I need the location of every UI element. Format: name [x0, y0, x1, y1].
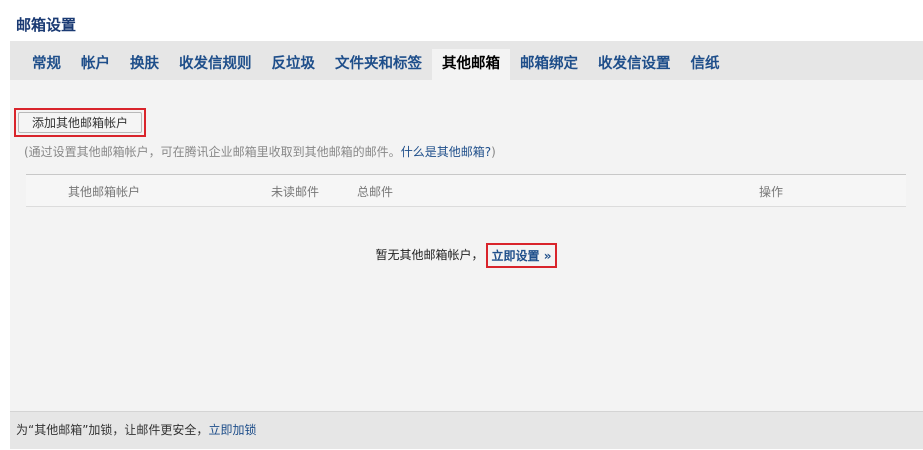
hint-suffix: ) — [491, 145, 496, 159]
add-button-highlight: 添加其他邮箱帐户 — [14, 108, 147, 137]
empty-state: 暂无其他邮箱帐户， 立即设置 » — [10, 243, 923, 268]
column-header-action: 操作 — [759, 185, 784, 199]
tab-mail-rules[interactable]: 收发信规则 — [169, 49, 262, 80]
hint-text: (通过设置其他邮箱帐户，可在腾讯企业邮箱里收取到其他邮箱的邮件。 — [24, 145, 401, 159]
tab-account[interactable]: 帐户 — [71, 49, 120, 80]
footer-text: 为“其他邮箱”加锁，让邮件更安全， — [16, 423, 209, 437]
setup-link-highlight: 立即设置 » — [485, 243, 558, 268]
tab-anti-spam[interactable]: 反垃圾 — [262, 49, 326, 80]
security-footer: 为“其他邮箱”加锁，让邮件更安全，立即加锁 — [10, 411, 923, 449]
tab-other-mailboxes[interactable]: 其他邮箱 — [432, 49, 510, 80]
tab-general[interactable]: 常规 — [22, 49, 71, 80]
setup-now-link[interactable]: 立即设置 » — [492, 249, 552, 263]
tab-mailbox-binding[interactable]: 邮箱绑定 — [510, 49, 588, 80]
other-mailbox-panel: 添加其他邮箱帐户 (通过设置其他邮箱帐户，可在腾讯企业邮箱里收取到其他邮箱的邮件… — [10, 80, 923, 411]
tab-list: 常规 帐户 换肤 收发信规则 反垃圾 文件夹和标签 其他邮箱 邮箱绑定 收发信设… — [22, 49, 730, 80]
account-table-header: 其他邮箱帐户 未读邮件 总邮件 操作 — [26, 174, 906, 207]
settings-tab-bar: 常规 帐户 换肤 收发信规则 反垃圾 文件夹和标签 其他邮箱 邮箱绑定 收发信设… — [10, 41, 923, 80]
settings-page: 邮箱设置 常规 帐户 换肤 收发信规则 反垃圾 文件夹和标签 其他邮箱 邮箱绑定… — [0, 0, 923, 450]
tab-stationery[interactable]: 信纸 — [681, 49, 730, 80]
column-header-unread: 未读邮件 — [271, 185, 320, 199]
other-mailbox-hint: (通过设置其他邮箱帐户，可在腾讯企业邮箱里收取到其他邮箱的邮件。什么是其他邮箱?… — [24, 143, 496, 160]
what-is-other-mailbox-link[interactable]: 什么是其他邮箱? — [401, 145, 491, 159]
lock-now-link[interactable]: 立即加锁 — [208, 423, 256, 437]
add-other-mailbox-button[interactable]: 添加其他邮箱帐户 — [18, 112, 143, 133]
empty-state-text: 暂无其他邮箱帐户， — [375, 248, 484, 262]
column-header-account: 其他邮箱帐户 — [68, 185, 141, 199]
page-title: 邮箱设置 — [16, 16, 77, 34]
column-header-total: 总邮件 — [357, 185, 394, 199]
tab-send-receive-settings[interactable]: 收发信设置 — [588, 49, 681, 80]
tab-skin[interactable]: 换肤 — [120, 49, 169, 80]
tab-folders-labels[interactable]: 文件夹和标签 — [325, 49, 432, 80]
